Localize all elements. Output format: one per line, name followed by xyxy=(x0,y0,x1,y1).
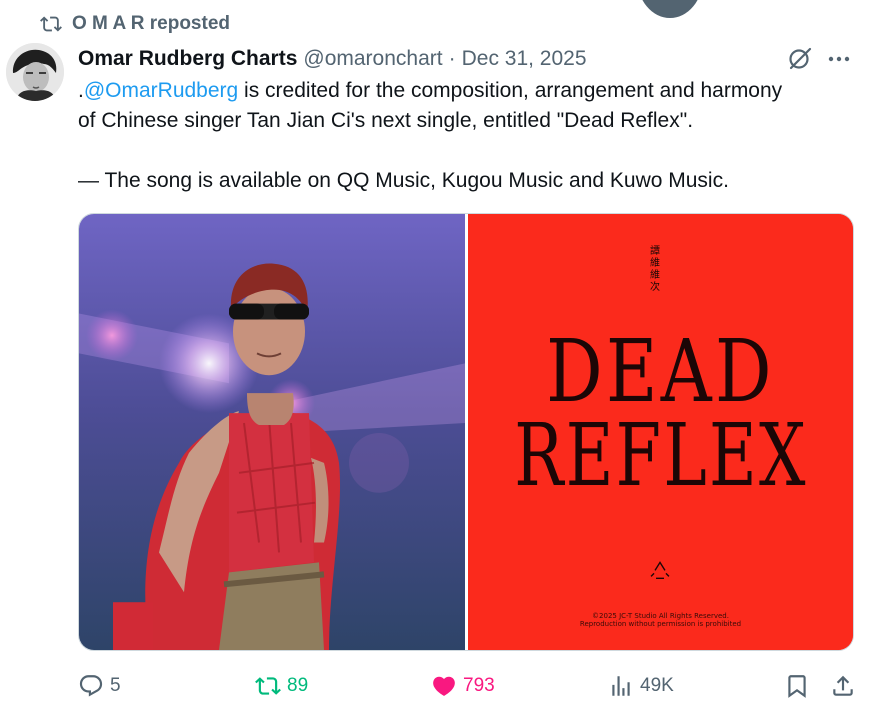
avatar-photo xyxy=(6,43,64,101)
mention-link[interactable]: @OmarRudberg xyxy=(84,79,238,102)
author-handle[interactable]: @omaronchart xyxy=(303,47,442,71)
reply-icon xyxy=(79,675,103,697)
tweet-date[interactable]: Dec 31, 2025 xyxy=(462,47,587,71)
tweet-line-3: — The song is available on QQ Music, Kug… xyxy=(78,169,729,192)
media-grid: 譚維維次 DEAD REFLEX ©2025 JC-T Studio All R… xyxy=(78,213,854,651)
share-icon xyxy=(833,675,853,696)
views-count: 49K xyxy=(640,675,674,696)
concert-photo xyxy=(79,214,465,650)
cover-copyright-line-2: Reproduction without permission is prohi… xyxy=(579,620,742,628)
grok-icon[interactable] xyxy=(786,44,814,72)
repost-button[interactable]: 89 xyxy=(255,670,308,702)
avatar[interactable] xyxy=(6,43,64,101)
views-button[interactable]: 49K xyxy=(608,670,674,702)
repost-icon xyxy=(40,16,62,32)
views-icon xyxy=(612,676,630,696)
repost-count: 89 xyxy=(287,675,309,696)
repost-icon xyxy=(255,677,281,695)
tweet-paragraph-gap xyxy=(78,136,868,166)
reply-count: 5 xyxy=(110,675,121,696)
action-bar: 5 89 793 49K xyxy=(78,670,854,702)
bookmark-icon xyxy=(788,675,806,698)
header-separator: · xyxy=(448,47,456,70)
author-name[interactable]: Omar Rudberg Charts xyxy=(78,47,297,71)
repost-label: O M A R reposted xyxy=(72,13,230,34)
reply-button[interactable]: 5 xyxy=(78,670,121,702)
tweet-page: O M A R reposted Omar Rudberg Charts @om… xyxy=(0,0,877,718)
tweet-line-1-rest: is credited for the composition, arrange… xyxy=(238,79,783,102)
cover-title-line-2: REFLEX xyxy=(514,406,808,506)
media-photo-concert[interactable] xyxy=(79,214,465,650)
repost-context[interactable]: O M A R reposted xyxy=(40,12,230,36)
like-icon xyxy=(433,676,455,696)
media-album-cover[interactable]: 譚維維次 DEAD REFLEX ©2025 JC-T Studio All R… xyxy=(468,214,853,650)
tweet-header: Omar Rudberg Charts @omaronchart · Dec 3… xyxy=(78,43,587,75)
tweet-line-1: .@OmarRudberg is credited for the compos… xyxy=(78,76,868,106)
tweet-line-2: of Chinese singer Tan Jian Ci's next sin… xyxy=(78,109,694,132)
cover-chinese-text: 譚維維次 xyxy=(650,246,660,293)
like-count: 793 xyxy=(463,675,495,696)
like-button[interactable]: 793 xyxy=(431,670,495,702)
more-icon[interactable] xyxy=(826,46,852,72)
bookmark-button[interactable] xyxy=(784,670,810,702)
tweet-text: .@OmarRudberg is credited for the compos… xyxy=(78,76,868,196)
floating-button-partial[interactable] xyxy=(637,0,703,18)
share-button[interactable] xyxy=(830,670,856,702)
